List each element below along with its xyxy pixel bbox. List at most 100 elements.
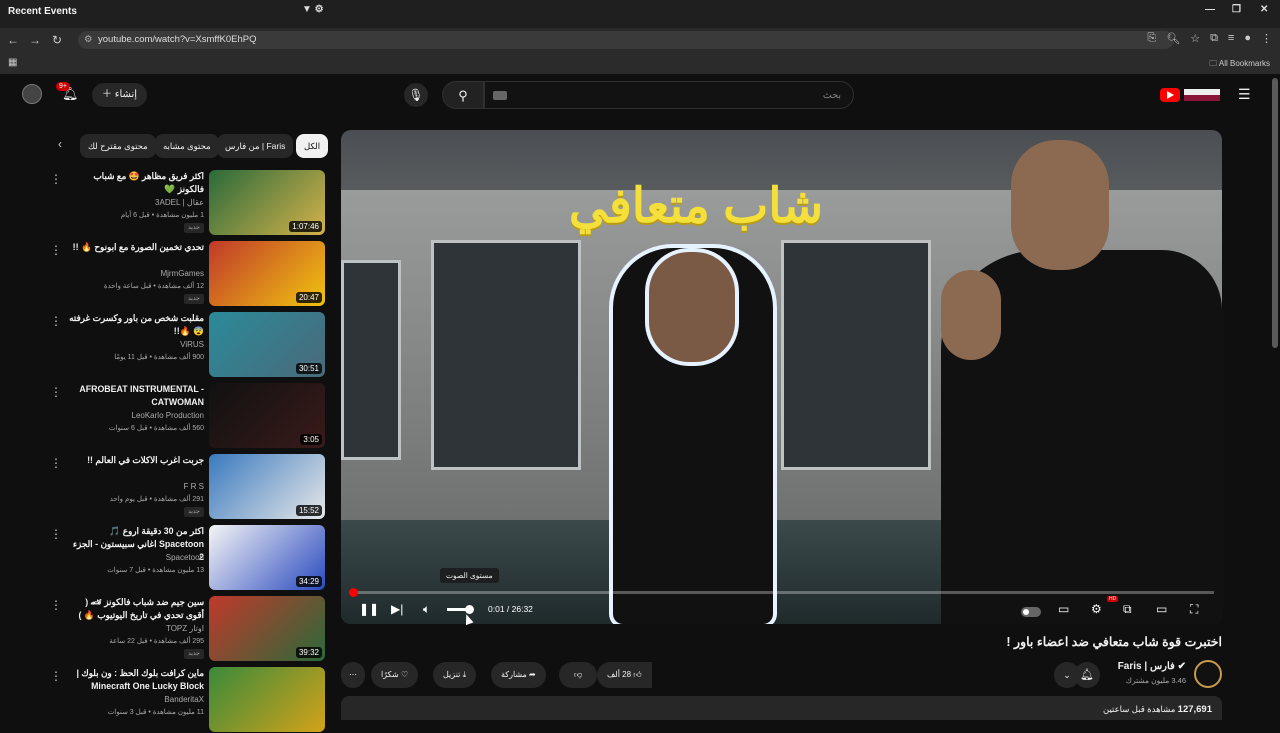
more-options-icon[interactable]: ⋮ (50, 314, 62, 328)
media-icon[interactable]: ≡ (1228, 32, 1234, 45)
thanks-button[interactable]: ♡ شكرًا (371, 662, 419, 688)
more-options-icon[interactable]: ⋮ (50, 243, 62, 257)
search-input[interactable]: بحث (484, 81, 854, 109)
address-bar-row: ← → ↻ ⚙ youtube.com/watch?v=XsmffK0EhPQ … (0, 28, 1280, 52)
rec-thumbnail[interactable]: 20:47 (209, 241, 325, 306)
zoom-icon[interactable]: 🔍︎ (1166, 32, 1180, 45)
miniplayer-icon[interactable]: ⧉ (1123, 602, 1132, 617)
rec-channel[interactable]: اوتار TOPZ (66, 624, 204, 633)
recommendation-item[interactable]: ⋮ جربت اغرب الاكلات في العالم !! F R S 291 … (40, 454, 326, 520)
more-actions-icon[interactable]: ⋯ (341, 662, 365, 688)
keyboard-icon[interactable] (493, 91, 507, 100)
guide-menu-icon[interactable]: ☰ (1238, 86, 1251, 103)
progress-scrubber[interactable] (349, 588, 358, 597)
install-icon[interactable]: ⎘ (1147, 32, 1156, 45)
progress-bar[interactable] (349, 588, 1214, 597)
settings-gear-icon[interactable]: ⚙ (1091, 602, 1102, 616)
more-options-icon[interactable]: ⋮ (50, 598, 62, 612)
rec-thumbnail[interactable]: 15:52 (209, 454, 325, 519)
extensions-icon[interactable]: ⧉ (1210, 32, 1218, 45)
duration-badge: 20:47 (295, 292, 322, 303)
rec-channel[interactable]: ViRUS (66, 340, 204, 349)
voice-search-icon[interactable]: 🎙︎ (404, 83, 428, 107)
back-icon[interactable]: ← (2, 33, 24, 47)
rec-thumbnail[interactable]: 30:51 (209, 312, 325, 377)
next-icon[interactable]: ▶| (391, 602, 403, 616)
description-box[interactable]: 127,691 مشاهدة قبل ساعتين (341, 696, 1222, 720)
rec-thumbnail[interactable]: 3:05 (209, 383, 325, 448)
subscriber-count: 3.46 مليون مشترك (1125, 676, 1186, 685)
rec-thumbnail[interactable] (209, 667, 325, 732)
rec-title[interactable]: مقلبت شخص من باور وكسرت غرفته 😨 🔥!! (66, 312, 204, 338)
close-button[interactable]: ✕ (1260, 4, 1268, 15)
volume-icon[interactable]: 🔈︎ (423, 602, 430, 617)
rec-title[interactable]: ماين كرافت بلوك الحظ : ون بلوك | Minecra… (66, 667, 204, 693)
rec-channel[interactable]: Spacetoon (66, 553, 204, 562)
page-scrollbar[interactable] (1272, 78, 1278, 348)
notifications-bell-icon[interactable]: 🔔︎ (62, 86, 79, 102)
more-options-icon[interactable]: ⋮ (50, 172, 62, 186)
recommendation-item[interactable]: ⋮ AFROBEAT INSTRUMENTAL - CATWOMAN LeoKarl… (40, 383, 326, 449)
rec-channel[interactable]: F R S (66, 482, 204, 491)
apps-grid-icon[interactable]: ▦ (8, 57, 17, 68)
search-button[interactable]: ⚲ (442, 81, 484, 109)
pause-icon[interactable]: ❚❚ (359, 602, 379, 616)
rec-thumbnail[interactable]: 34:29 (209, 525, 325, 590)
like-button[interactable]: 👍︎ 28 ألف (597, 662, 652, 688)
rec-title[interactable]: تحدي تخمين الصورة مع ابونوح 🔥 !! (66, 241, 204, 254)
filter-icon[interactable]: ▼ ⚙ (302, 4, 324, 15)
video-player[interactable]: شاب متعافي ❚❚ ▶| 🔈︎ 0:01 / 26:32 ▭ ⚙ HD … (341, 130, 1222, 624)
recommendation-item[interactable]: ⋮ مقلبت شخص من باور وكسرت غرفته 😨 🔥!! ViRU… (40, 312, 326, 378)
duration-badge: 39:32 (295, 647, 322, 658)
more-options-icon[interactable]: ⋮ (50, 669, 62, 683)
channel-avatar[interactable] (1194, 660, 1222, 688)
chevron-left-icon[interactable]: ‹ (58, 137, 62, 151)
rec-thumbnail[interactable]: 1:07:46 (209, 170, 325, 235)
bookmark-star-icon[interactable]: ☆ (1190, 32, 1200, 45)
maximize-button[interactable]: ❐ (1232, 4, 1241, 15)
rec-title[interactable]: سين جيم ضد شباب فالكونز 🏎 ( أقوى تحدي في… (66, 596, 204, 622)
subscription-bell-icon[interactable]: 🔔︎ (1074, 662, 1100, 688)
fullscreen-icon[interactable]: ⛶ (1190, 602, 1198, 617)
browser-menu-icon[interactable]: ⋮ (1261, 32, 1272, 45)
rec-thumbnail[interactable]: 39:32 (209, 596, 325, 661)
chip-suggested[interactable]: محتوى مقترح لك (80, 134, 156, 158)
chip-all[interactable]: الكل (296, 134, 329, 158)
more-options-icon[interactable]: ⋮ (50, 527, 62, 541)
forward-icon[interactable]: → (24, 33, 46, 47)
recommendation-item[interactable]: ⋮ تحدي تخمين الصورة مع ابونوح 🔥 !! MjrmGam… (40, 241, 326, 307)
recommendation-item[interactable]: ⋮ اكثر من 30 دقيقة اروع 🎵 Spacetoon اغاني… (40, 525, 326, 591)
chip-from-channel[interactable]: من فارس | Faris (217, 134, 294, 158)
dislike-button[interactable]: 👎︎ (559, 662, 597, 688)
site-info-icon[interactable]: ⚙ (84, 31, 93, 49)
recommendation-item[interactable]: ⋮ ماين كرافت بلوك الحظ : ون بلوك | Minecr… (40, 667, 326, 733)
youtube-logo[interactable] (1160, 86, 1222, 104)
rec-title[interactable]: اكثر فريق مظاهر 🤩 مع شباب فالكونز 💚 (66, 170, 204, 196)
reload-icon[interactable]: ↻ (46, 33, 68, 47)
url-field[interactable]: ⚙ youtube.com/watch?v=XsmffK0EhPQ (78, 31, 1174, 49)
more-options-icon[interactable]: ⋮ (50, 456, 62, 470)
recommendation-item[interactable]: ⋮ سين جيم ضد شباب فالكونز 🏎 ( أقوى تحدي ف… (40, 596, 326, 662)
rec-channel[interactable]: MjrmGames (66, 269, 204, 278)
create-button[interactable]: ＋ إنشاء (92, 83, 148, 107)
more-options-icon[interactable]: ⋮ (50, 385, 62, 399)
all-bookmarks-link[interactable]: 🗀 All Bookmarks (1209, 58, 1270, 72)
share-button[interactable]: ➦ مشاركة (491, 662, 546, 688)
minimize-button[interactable]: — (1205, 4, 1215, 15)
avatar[interactable] (22, 84, 42, 104)
upload-time: قبل ساعتين (1102, 704, 1145, 714)
theater-mode-icon[interactable]: ▭ (1156, 602, 1167, 616)
recommendation-item[interactable]: ⋮ اكثر فريق مظاهر 🤩 مع شباب فالكونز 💚 عقال… (40, 170, 326, 236)
download-button[interactable]: ⤓ تنزيل (433, 662, 477, 688)
rec-title[interactable]: جربت اغرب الاكلات في العالم !! (66, 454, 204, 467)
subtitles-icon[interactable]: ▭ (1058, 602, 1069, 616)
profile-icon[interactable]: ● (1244, 32, 1251, 45)
rec-channel[interactable]: LeoKarlo Production (66, 411, 205, 420)
channel-name[interactable]: ✔ فارس | Faris (1118, 661, 1186, 672)
autoplay-toggle[interactable] (1021, 607, 1041, 617)
rec-title[interactable]: AFROBEAT INSTRUMENTAL - CATWOMAN (66, 383, 204, 409)
rec-channel[interactable]: عقال | 3ADEL (66, 198, 204, 207)
rec-channel[interactable]: BanderitaX (66, 695, 204, 704)
chip-related[interactable]: محتوى مشابه (155, 134, 219, 158)
rec-meta: 11 مليون مشاهدة • قبل 3 سنوات (107, 709, 204, 716)
